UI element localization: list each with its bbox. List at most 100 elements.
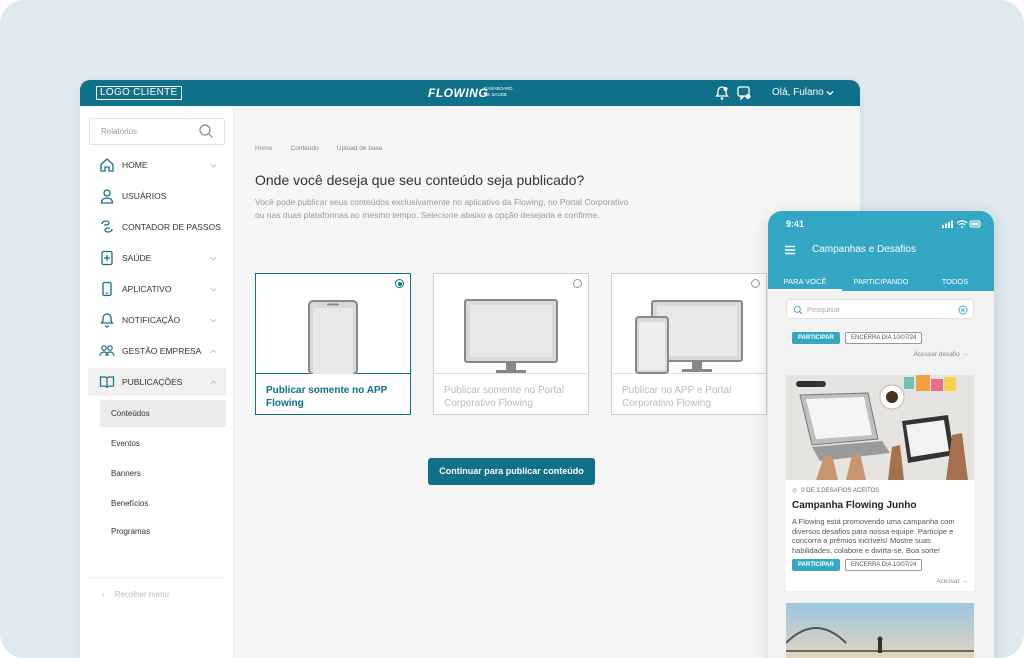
option-app-and-portal[interactable]: Publicar no APP e Portal Corporativo Flo…: [611, 273, 767, 415]
flowing-logo: FLOWING: [428, 86, 489, 100]
sidebar-subitem-benefits[interactable]: Benefícios: [100, 490, 226, 517]
option-label-line2: Corporativo Flowing: [622, 398, 711, 409]
sidebar-subitem-events[interactable]: Eventos: [100, 430, 226, 457]
user-greeting[interactable]: Olá, Fulano: [772, 87, 824, 98]
sidebar-subitem-label: Benefícios: [111, 499, 149, 508]
sidebar-item-label: USUÁRIOS: [122, 191, 167, 201]
notification-bell-icon[interactable]: [714, 85, 730, 101]
access-challenge-link[interactable]: Acessar desafio →: [913, 351, 968, 358]
option-illustration: [612, 274, 766, 374]
dashboard-window: LOGO CLIENTE FLOWING DASHBOARD DE SAÚDE …: [80, 80, 860, 658]
breadcrumb-home[interactable]: Home: [255, 145, 272, 152]
clear-icon[interactable]: [958, 305, 968, 315]
option-radio[interactable]: [395, 279, 404, 288]
multi-device-icon: [635, 300, 743, 374]
breadcrumb-content[interactable]: Conteúdo: [291, 145, 319, 152]
sidebar-item-app[interactable]: APLICATIVO: [88, 275, 226, 303]
sidebar-item-notification[interactable]: NOTIFICAÇÃO: [88, 306, 226, 334]
sidebar-item-company[interactable]: GESTÃO EMPRESA: [88, 337, 226, 365]
campaign-card[interactable]: ◎ 0 DE 3 DESAFIOS ACEITOS Campanha Flowin…: [786, 375, 974, 591]
sidebar-item-users[interactable]: USUÁRIOS: [88, 182, 226, 210]
option-radio[interactable]: [573, 279, 582, 288]
participate-button[interactable]: PARTICIPAR: [792, 332, 840, 344]
end-date-badge: ENCERRA DIA 10/07/24: [845, 332, 923, 344]
desk-laptop-image: [786, 375, 974, 480]
health-icon: [101, 250, 113, 266]
sidebar-subitem-contents[interactable]: Conteúdos: [100, 400, 226, 427]
sidebar-subitem-banners[interactable]: Banners: [100, 460, 226, 487]
breadcrumb-separator: ·: [280, 145, 283, 152]
end-date-badge: ENCERRA DIA 10/07/24: [845, 559, 923, 571]
continue-button[interactable]: Continuar para publicar conteúdo: [428, 458, 595, 485]
sidebar-item-publications[interactable]: PUBLICAÇÕES: [88, 368, 226, 396]
challenges-counter: ◎ 0 DE 3 DESAFIOS ACEITOS: [792, 487, 879, 494]
phone-icon: [102, 281, 112, 297]
collapse-menu-button[interactable]: ‹ Recolher menu: [102, 590, 169, 599]
sidebar-search-input[interactable]: Relatórios: [89, 118, 225, 145]
top-bar: LOGO CLIENTE FLOWING DASHBOARD DE SAÚDE …: [80, 80, 860, 106]
sidebar-subitem-label: Banners: [111, 469, 141, 478]
status-icons: [942, 220, 981, 228]
sidebar-item-label: CONTADOR DE PASSOS: [122, 222, 221, 232]
hamburger-menu-icon[interactable]: [784, 245, 796, 255]
home-icon: [100, 158, 114, 172]
campaign-description: A Flowing está promovendo uma campanha c…: [792, 517, 955, 555]
campaign-image: [786, 375, 974, 480]
option-label-line2: Corporativo Flowing: [444, 398, 533, 409]
book-icon: [99, 376, 115, 389]
option-app-only[interactable]: Publicar somente no APP Flowing: [255, 273, 411, 415]
search-icon[interactable]: [198, 123, 214, 139]
monitor-icon: [464, 299, 558, 373]
client-logo[interactable]: LOGO CLIENTE: [96, 86, 182, 100]
chevron-down-icon: [210, 225, 217, 230]
tab-participando[interactable]: PARTICIPANDO: [844, 277, 918, 286]
sidebar-subitem-label: Programas: [111, 527, 151, 536]
divider: [88, 577, 226, 578]
smartphone-icon: [308, 300, 358, 375]
chevron-down-icon: [210, 287, 217, 292]
sidebar-item-step-counter[interactable]: CONTADOR DE PASSOS: [88, 213, 226, 241]
chevron-down-icon[interactable]: [825, 88, 835, 98]
option-label: Publicar somente no APP Flowing: [266, 384, 406, 410]
status-time: 9:41: [786, 219, 805, 229]
app-search-input[interactable]: Pesquisar: [786, 299, 974, 319]
sidebar-item-label: GESTÃO EMPRESA: [122, 346, 202, 356]
option-label-line1: Publicar somente no Portal: [444, 385, 565, 396]
breadcrumb-separator: ·: [326, 145, 329, 152]
option-radio[interactable]: [751, 279, 760, 288]
sidebar-subitem-label: Conteúdos: [111, 409, 150, 418]
challenge-card: PARTICIPAR ENCERRA DIA 10/07/24 Acessar …: [786, 327, 974, 363]
sidebar-subitem-label: Eventos: [111, 439, 140, 448]
campaign-card[interactable]: [786, 603, 974, 658]
sidebar-subitem-programs[interactable]: Programas: [100, 518, 226, 545]
tab-todos[interactable]: TODOS: [918, 277, 992, 286]
sidebar-item-health[interactable]: SAÚDE: [88, 244, 226, 272]
participate-button[interactable]: PARTICIPAR: [792, 559, 840, 571]
sidebar-item-label: NOTIFICAÇÃO: [122, 315, 181, 325]
option-portal-only[interactable]: Publicar somente no Portal Corporativo F…: [433, 273, 589, 415]
bridge-runner-image: [786, 603, 974, 658]
sidebar-item-label: PUBLICAÇÕES: [122, 377, 183, 387]
option-label: Publicar no APP e Portal Corporativo Flo…: [622, 384, 762, 410]
option-label-line1: Publicar somente no APP: [266, 385, 388, 396]
collapse-menu-label: Recolher menu: [114, 590, 169, 599]
chevron-up-icon: [210, 349, 217, 354]
chevron-down-icon: [210, 163, 217, 168]
sidebar-item-label: HOME: [122, 160, 148, 170]
brand-subtitle: DASHBOARD DE SAÚDE: [484, 86, 513, 98]
access-campaign-link[interactable]: Acessar →: [936, 578, 968, 585]
team-icon: [99, 345, 115, 357]
chevron-down-icon: [210, 318, 217, 323]
messages-icon[interactable]: [736, 85, 752, 101]
chevron-down-icon: [210, 256, 217, 261]
option-label: Publicar somente no Portal Corporativo F…: [444, 384, 584, 410]
page-description: Você pode publicar seus conteúdos exclus…: [255, 197, 629, 220]
chevron-up-icon: [210, 380, 217, 385]
sidebar-item-home[interactable]: HOME: [88, 151, 226, 179]
tab-para-voce[interactable]: PARA VOCÊ: [768, 277, 842, 291]
footsteps-icon: [101, 220, 113, 233]
option-illustration: [434, 274, 588, 374]
app-search-placeholder: Pesquisar: [807, 305, 841, 314]
breadcrumb: Home · Conteúdo · Upload de base: [255, 145, 390, 152]
option-illustration: [256, 274, 410, 375]
